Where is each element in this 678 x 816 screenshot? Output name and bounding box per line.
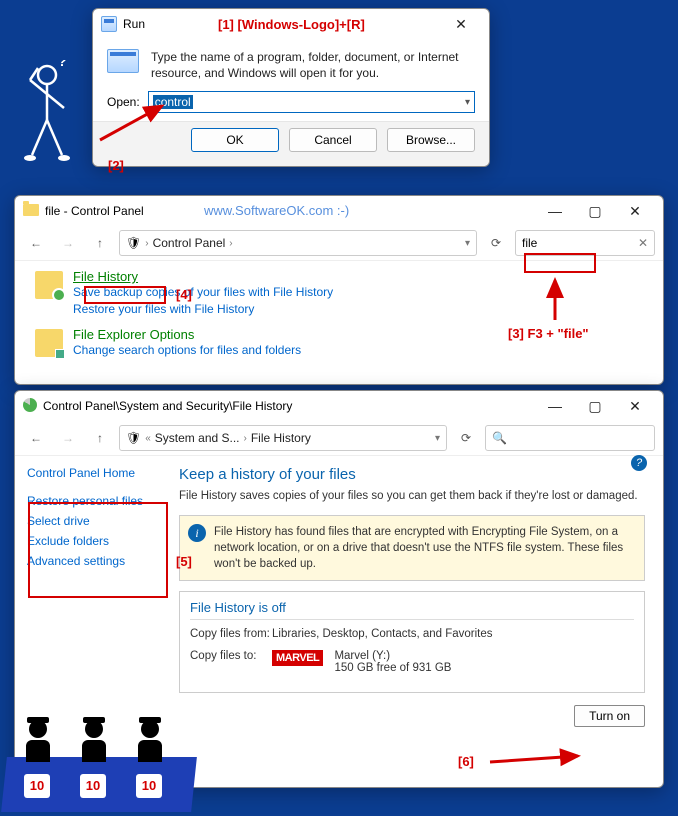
info-icon: i bbox=[188, 524, 206, 542]
open-combobox[interactable]: control ▾ bbox=[148, 91, 475, 113]
file-history-icon bbox=[35, 271, 63, 299]
cp-toolbar: ← → ↑ 🛡 › Control Panel › ▾ ⟳ ✕ bbox=[15, 226, 663, 261]
result-title-file-explorer-options[interactable]: File Explorer Options bbox=[73, 327, 194, 342]
refresh-button[interactable]: ⟳ bbox=[453, 431, 479, 445]
annotation-3-arrow bbox=[540, 275, 570, 325]
close-button[interactable]: ✕ bbox=[615, 201, 655, 222]
svg-text:?: ? bbox=[58, 60, 67, 69]
maximize-button[interactable]: ▢ bbox=[575, 201, 615, 222]
search-input[interactable] bbox=[522, 236, 634, 250]
copy-to-value: MARVEL Marvel (Y:) 150 GB free of 931 GB bbox=[272, 650, 451, 674]
minimize-button[interactable]: — bbox=[535, 396, 575, 416]
result-link[interactable]: Save backup copies of your files with Fi… bbox=[73, 284, 333, 301]
search-box[interactable]: ✕ bbox=[515, 230, 655, 256]
score-card: 10 bbox=[24, 774, 50, 798]
sidebar-advanced-settings[interactable]: Advanced settings bbox=[27, 554, 163, 568]
refresh-button[interactable]: ⟳ bbox=[483, 236, 509, 250]
fh-icon bbox=[23, 398, 37, 415]
maximize-button[interactable]: ▢ bbox=[575, 396, 615, 417]
breadcrumb-root[interactable]: Control Panel bbox=[153, 236, 226, 250]
clear-search-icon[interactable]: ✕ bbox=[638, 236, 648, 250]
sidebar-restore-personal-files[interactable]: Restore personal files bbox=[27, 494, 163, 508]
annotation-2-arrow bbox=[92, 98, 172, 148]
score-card: 10 bbox=[80, 774, 106, 798]
fh-title: Control Panel\System and Security\File H… bbox=[43, 399, 535, 413]
run-title: Run bbox=[123, 17, 441, 31]
search-result: File Explorer Options Change search opti… bbox=[35, 327, 643, 359]
copy-from-label: Copy files from: bbox=[190, 628, 272, 640]
annotation-6-arrow bbox=[486, 748, 586, 772]
turn-on-button[interactable]: Turn on bbox=[574, 705, 645, 727]
run-description: Type the name of a program, folder, docu… bbox=[151, 49, 475, 81]
fh-status: File History is off Copy files from: Lib… bbox=[179, 591, 645, 693]
fh-warning-text: File History has found files that are en… bbox=[214, 524, 636, 572]
browse-button[interactable]: Browse... bbox=[387, 128, 475, 152]
crumb-sep: › bbox=[145, 238, 148, 249]
fh-crumb-icon: 🛡 bbox=[126, 431, 141, 445]
marvel-logo: MARVEL bbox=[272, 650, 323, 666]
result-title-file-history[interactable]: File History bbox=[73, 269, 138, 284]
drive-free: 150 GB free of 931 GB bbox=[334, 662, 451, 674]
close-button[interactable]: ✕ bbox=[441, 14, 481, 35]
up-button[interactable]: ↑ bbox=[87, 425, 113, 451]
score-card: 10 bbox=[136, 774, 162, 798]
breadcrumb-system[interactable]: System and S... bbox=[155, 431, 240, 445]
stick-figure: ? bbox=[22, 60, 72, 170]
fh-status-heading: File History is off bbox=[190, 600, 634, 620]
cp-shield-icon: 🛡 bbox=[126, 236, 141, 250]
file-explorer-options-icon bbox=[35, 329, 63, 357]
up-button[interactable]: ↑ bbox=[87, 230, 113, 256]
drive-name: Marvel (Y:) bbox=[334, 650, 390, 662]
forward-button[interactable]: → bbox=[55, 230, 81, 256]
sidebar-select-drive[interactable]: Select drive bbox=[27, 514, 163, 528]
chevron-down-icon[interactable]: ▾ bbox=[435, 433, 440, 444]
fh-toolbar: ← → ↑ 🛡 « System and S... › File History… bbox=[15, 421, 663, 456]
copy-to-label: Copy files to: bbox=[190, 650, 272, 674]
search-box[interactable]: 🔍 bbox=[485, 425, 655, 451]
cancel-button[interactable]: Cancel bbox=[289, 128, 377, 152]
chevron-down-icon[interactable]: ▾ bbox=[465, 97, 470, 108]
help-icon[interactable]: ? bbox=[631, 455, 647, 471]
breadcrumb-file-history[interactable]: File History bbox=[251, 431, 311, 445]
search-input[interactable] bbox=[511, 431, 648, 445]
copy-from-value: Libraries, Desktop, Contacts, and Favori… bbox=[272, 628, 493, 640]
fh-subtext: File History saves copies of your files … bbox=[179, 489, 645, 505]
fh-heading: Keep a history of your files bbox=[179, 466, 645, 483]
address-bar[interactable]: 🛡 « System and S... › File History ▾ bbox=[119, 425, 447, 451]
minimize-button[interactable]: — bbox=[535, 201, 575, 221]
cp-titlebar[interactable]: file - Control Panel — ▢ ✕ bbox=[15, 196, 663, 226]
result-link[interactable]: Change search options for files and fold… bbox=[73, 342, 301, 359]
cp-title: file - Control Panel bbox=[45, 204, 535, 218]
cp-icon bbox=[23, 204, 39, 219]
address-bar[interactable]: 🛡 › Control Panel › ▾ bbox=[119, 230, 477, 256]
forward-button[interactable]: → bbox=[55, 425, 81, 451]
fh-titlebar[interactable]: Control Panel\System and Security\File H… bbox=[15, 391, 663, 421]
judges-cartoon: 10 10 10 bbox=[4, 692, 204, 812]
search-icon: 🔍 bbox=[492, 431, 507, 445]
back-button[interactable]: ← bbox=[23, 425, 49, 451]
run-titlebar[interactable]: Run ✕ bbox=[93, 9, 489, 39]
control-panel-home-link[interactable]: Control Panel Home bbox=[27, 466, 163, 480]
result-link[interactable]: Restore your files with File History bbox=[73, 301, 333, 318]
sidebar-exclude-folders[interactable]: Exclude folders bbox=[27, 534, 163, 548]
back-button[interactable]: ← bbox=[23, 230, 49, 256]
close-button[interactable]: ✕ bbox=[615, 396, 655, 417]
run-body-icon bbox=[107, 49, 139, 73]
fh-panel: Keep a history of your files File Histor… bbox=[175, 456, 663, 792]
ok-button[interactable]: OK bbox=[191, 128, 279, 152]
crumb-sep: › bbox=[229, 238, 232, 249]
chevron-down-icon[interactable]: ▾ bbox=[465, 238, 470, 249]
run-icon bbox=[101, 16, 117, 32]
fh-warning: i File History has found files that are … bbox=[179, 515, 645, 581]
